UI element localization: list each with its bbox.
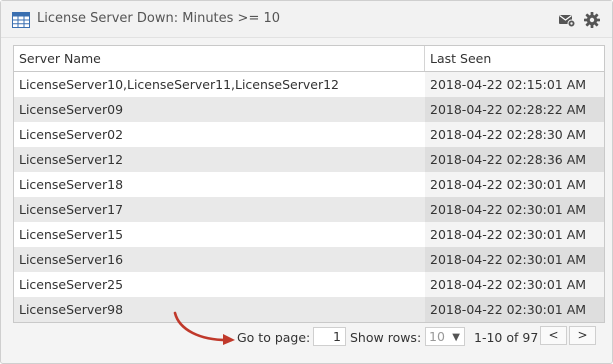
table-row[interactable]: LicenseServer16 2018-04-22 02:30:01 AM [14,247,604,272]
next-page-button[interactable]: > [569,326,596,345]
server-name-cell: LicenseServer10,LicenseServer11,LicenseS… [19,77,340,92]
table-row[interactable]: LicenseServer12 2018-04-22 02:28:36 AM [14,147,604,172]
table-body: LicenseServer10,LicenseServer11,LicenseS… [14,72,604,322]
server-name-cell: LicenseServer18 [19,177,124,192]
envelope-settings-icon[interactable] [558,11,576,29]
server-name-cell: LicenseServer12 [19,152,124,167]
license-server-down-widget: License Server Down: Minutes >= 10 Serve… [0,0,613,364]
gear-icon[interactable] [583,11,601,29]
last-seen-cell: 2018-04-22 02:28:22 AM [425,97,604,122]
go-to-page-label: Go to page: [237,330,311,345]
server-name-cell: LicenseServer16 [19,252,124,267]
page-number-input[interactable]: 1 [313,327,346,346]
last-seen-cell: 2018-04-22 02:28:36 AM [425,147,604,172]
column-header-last-seen[interactable]: Last Seen [425,46,604,71]
server-name-cell: LicenseServer25 [19,277,124,292]
server-table: Server Name Last Seen LicenseServer10,Li… [13,45,605,323]
last-seen-cell: 2018-04-22 02:30:01 AM [425,297,604,322]
server-name-cell: LicenseServer02 [19,127,124,142]
annotation-arrow-icon [173,311,235,345]
table-row[interactable]: LicenseServer17 2018-04-22 02:30:01 AM [14,197,604,222]
last-seen-cell: 2018-04-22 02:30:01 AM [425,272,604,297]
last-seen-cell: 2018-04-22 02:30:01 AM [425,222,604,247]
table-row[interactable]: LicenseServer18 2018-04-22 02:30:01 AM [14,172,604,197]
table-row[interactable]: LicenseServer10,LicenseServer11,LicenseS… [14,72,604,97]
table-icon [12,12,30,28]
column-header-server-name[interactable]: Server Name [14,46,425,71]
table-header: Server Name Last Seen [14,46,604,72]
last-seen-cell: 2018-04-22 02:15:01 AM [425,72,604,97]
table-row[interactable]: LicenseServer25 2018-04-22 02:30:01 AM [14,272,604,297]
server-name-cell: LicenseServer17 [19,202,124,217]
widget-header: License Server Down: Minutes >= 10 [1,1,612,38]
rows-per-page-value: 10 [429,329,445,344]
previous-page-button[interactable]: < [540,326,567,345]
server-name-cell: LicenseServer09 [19,102,124,117]
last-seen-cell: 2018-04-22 02:28:30 AM [425,122,604,147]
rows-per-page-select[interactable]: 10 ▼ [425,327,465,346]
table-row[interactable]: LicenseServer02 2018-04-22 02:28:30 AM [14,122,604,147]
show-rows-label: Show rows: [350,330,422,345]
widget-title: License Server Down: Minutes >= 10 [37,11,281,26]
last-seen-cell: 2018-04-22 02:30:01 AM [425,172,604,197]
last-seen-cell: 2018-04-22 02:30:01 AM [425,247,604,272]
row-range-label: 1-10 of 97 [474,330,539,345]
table-row[interactable]: LicenseServer98 2018-04-22 02:30:01 AM [14,297,604,322]
server-name-cell: LicenseServer15 [19,227,124,242]
table-row[interactable]: LicenseServer15 2018-04-22 02:30:01 AM [14,222,604,247]
last-seen-cell: 2018-04-22 02:30:01 AM [425,197,604,222]
chevron-down-icon: ▼ [452,332,460,343]
table-row[interactable]: LicenseServer09 2018-04-22 02:28:22 AM [14,97,604,122]
pagination-bar: Go to page: 1 Show rows: 10 ▼ 1-10 of 97… [13,323,603,351]
